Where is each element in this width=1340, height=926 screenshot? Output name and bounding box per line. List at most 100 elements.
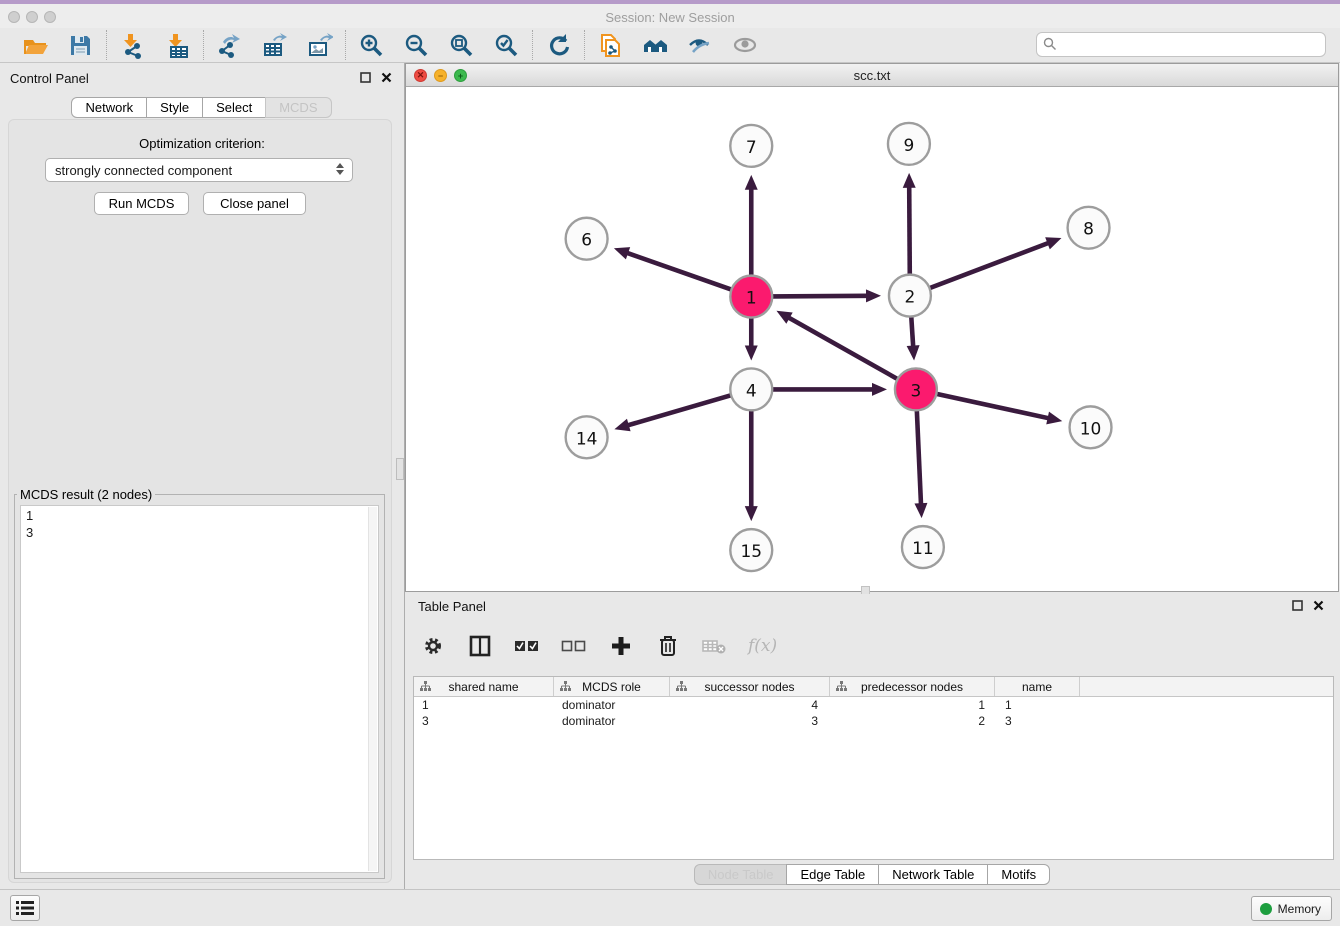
edge-arrowhead (614, 247, 630, 259)
hide-selected-icon[interactable] (687, 32, 714, 59)
clone-network-icon[interactable] (597, 32, 624, 59)
table-cell[interactable]: 2 (830, 714, 995, 728)
graph-edge-2-8[interactable] (929, 243, 1050, 289)
graph-edge-3-1[interactable] (788, 317, 899, 379)
table-settings-gear-icon[interactable] (419, 633, 446, 660)
result-scrollbar[interactable] (368, 507, 377, 871)
create-column-plus-icon[interactable] (607, 633, 634, 660)
edge-arrowhead (1045, 237, 1061, 249)
open-file-icon[interactable] (22, 32, 49, 59)
control-panel-title: Control Panel (10, 71, 89, 86)
table-cell[interactable]: 1 (830, 698, 995, 712)
memory-button[interactable]: Memory (1251, 896, 1332, 921)
node-table[interactable]: shared name MCDS role successor nodes pr… (413, 676, 1334, 860)
task-history-button[interactable] (10, 895, 40, 921)
column-header-name[interactable]: name (995, 677, 1080, 696)
edge-arrowhead (1046, 412, 1062, 425)
table-cell[interactable]: 4 (670, 698, 830, 712)
zoom-in-icon[interactable] (358, 32, 385, 59)
graph-node-label: 3 (911, 380, 922, 400)
edge-arrowhead (903, 173, 916, 188)
edge-arrowhead (866, 289, 881, 302)
graph-edge-4-14[interactable] (627, 395, 732, 426)
table-cell[interactable]: 1 (995, 698, 1080, 712)
graph-node-label: 6 (581, 230, 592, 250)
select-all-columns-icon[interactable] (513, 633, 540, 660)
column-header-predecessor-nodes[interactable]: predecessor nodes (830, 677, 995, 696)
close-panel-icon[interactable] (381, 72, 392, 83)
tab-edge-table[interactable]: Edge Table (786, 864, 879, 885)
table-panel: Table Panel f(x) shared (405, 594, 1340, 889)
mcds-result-group: MCDS result (2 nodes) 1 3 (14, 487, 385, 879)
column-header-mcds-role[interactable]: MCDS role (554, 677, 670, 696)
graph-node-label: 15 (740, 541, 762, 561)
refresh-icon[interactable] (545, 32, 572, 59)
table-toolbar: f(x) (419, 628, 777, 664)
graph-edge-2-9[interactable] (909, 186, 910, 276)
graph-edge-1-6[interactable] (626, 253, 732, 290)
table-cell[interactable]: 1 (414, 698, 554, 712)
network-canvas[interactable]: 7968124314101511 (406, 88, 1338, 591)
edge-arrowhead (745, 345, 758, 360)
zoom-selected-icon[interactable] (493, 32, 520, 59)
column-header-shared-name[interactable]: shared name (414, 677, 554, 696)
export-network-icon[interactable] (216, 32, 243, 59)
import-table-icon[interactable] (164, 32, 191, 59)
delete-table-icon[interactable] (701, 633, 728, 660)
first-neighbors-icon[interactable] (642, 32, 669, 59)
search-field[interactable] (1036, 32, 1326, 57)
export-table-icon[interactable] (261, 32, 288, 59)
tab-motifs[interactable]: Motifs (987, 864, 1050, 885)
show-column-icon[interactable] (466, 633, 493, 660)
session-title: Session: New Session (0, 10, 1340, 25)
graph-node-label: 9 (904, 135, 915, 155)
tab-style[interactable]: Style (146, 97, 203, 118)
tab-mcds[interactable]: MCDS (265, 97, 331, 118)
network-view-window: ✕ − + scc.txt 7968124314101511 (405, 63, 1339, 592)
network-window-titlebar[interactable]: ✕ − + scc.txt (406, 64, 1338, 87)
zoom-fit-icon[interactable] (448, 32, 475, 59)
table-cell[interactable]: dominator (554, 714, 670, 728)
table-cell[interactable]: 3 (670, 714, 830, 728)
save-session-icon[interactable] (67, 32, 94, 59)
graph-edge-1-2[interactable] (771, 296, 868, 297)
delete-column-trash-icon[interactable] (654, 633, 681, 660)
app-titlebar: Session: New Session (0, 0, 1340, 28)
tab-network-table[interactable]: Network Table (878, 864, 988, 885)
table-row[interactable]: 3dominator323 (414, 713, 1333, 729)
graph-edge-3-10[interactable] (935, 394, 1049, 419)
graph-node-label: 11 (912, 538, 934, 558)
column-header-successor-nodes[interactable]: successor nodes (670, 677, 830, 696)
mcds-result-textarea[interactable]: 1 3 (20, 505, 379, 873)
table-cell[interactable]: dominator (554, 698, 670, 712)
table-panel-title: Table Panel (418, 599, 486, 614)
result-line: 1 (26, 507, 373, 524)
dropdown-selected-value: strongly connected component (55, 163, 232, 178)
tab-node-table[interactable]: Node Table (694, 864, 788, 885)
panel-splitter-handle[interactable] (396, 458, 404, 480)
table-cell[interactable]: 3 (414, 714, 554, 728)
close-table-panel-icon[interactable] (1313, 600, 1324, 611)
edge-arrowhead (914, 503, 927, 518)
graph-node-label: 4 (746, 380, 757, 400)
edge-arrowhead (872, 383, 887, 396)
tab-select[interactable]: Select (202, 97, 266, 118)
graph-edge-2-3[interactable] (911, 316, 913, 348)
unselect-all-columns-icon[interactable] (560, 633, 587, 660)
result-line: 3 (26, 524, 373, 541)
show-all-icon[interactable] (732, 32, 759, 59)
table-cell[interactable]: 3 (995, 714, 1080, 728)
search-input[interactable] (1036, 32, 1326, 57)
zoom-out-icon[interactable] (403, 32, 430, 59)
float-panel-icon[interactable] (360, 72, 371, 83)
import-network-icon[interactable] (119, 32, 146, 59)
close-panel-button[interactable]: Close panel (203, 192, 306, 215)
optimization-criterion-select[interactable]: strongly connected component (45, 158, 353, 182)
table-row[interactable]: 1dominator411 (414, 697, 1333, 713)
export-image-icon[interactable] (306, 32, 333, 59)
graph-edge-3-11[interactable] (917, 409, 921, 505)
function-builder-icon[interactable]: f(x) (748, 636, 777, 656)
float-table-panel-icon[interactable] (1292, 600, 1303, 611)
run-mcds-button[interactable]: Run MCDS (94, 192, 189, 215)
tab-network[interactable]: Network (71, 97, 147, 118)
